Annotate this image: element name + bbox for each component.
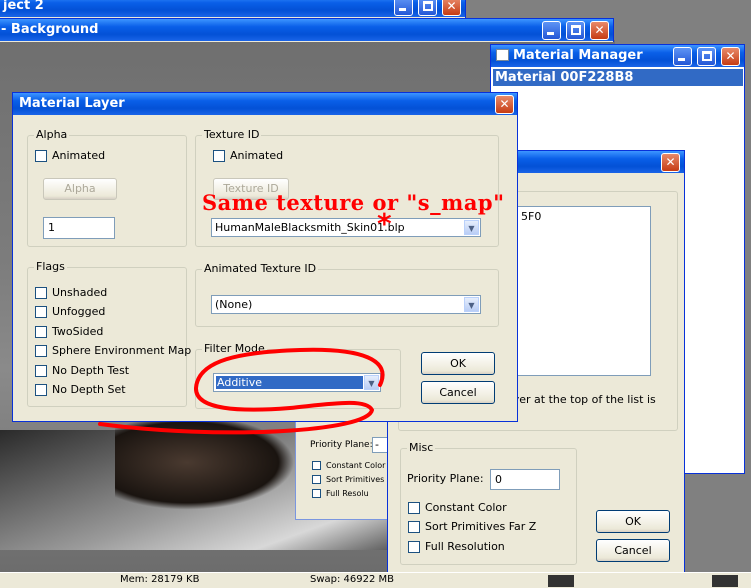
swap-status: Swap: 46922 MB: [310, 574, 395, 585]
memory-status: Mem: 28179 KB: [120, 574, 200, 585]
tray-icon[interactable]: [548, 575, 574, 587]
status-bar: Mem: 28179 KB Swap: 46922 MB: [0, 572, 751, 588]
tray-icon[interactable]: [712, 575, 738, 587]
circle-annotation: [98, 347, 385, 435]
